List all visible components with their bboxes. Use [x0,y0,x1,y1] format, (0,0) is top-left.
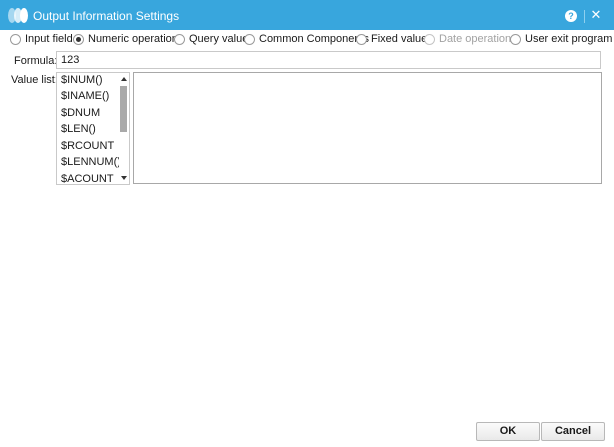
list-item[interactable]: $LENNUM() [61,155,121,169]
list-item[interactable]: $DNUM [61,106,100,120]
value-list-label: Value list: [11,74,58,86]
expression-text-area[interactable] [133,72,602,184]
list-item[interactable]: $ACOUNT [61,172,114,184]
radio-circle [174,34,185,45]
formula-value: 123 [61,54,80,66]
title-bar-divider [584,10,585,23]
radio-label: User exit program [525,33,613,45]
radio-label: Numeric operations [88,33,184,45]
radio-circle [510,34,521,45]
radio-selected-dot [76,37,81,42]
radio-label: Input field [25,33,73,45]
close-icon[interactable]: ✕ [589,7,603,23]
scroll-down-arrow-icon[interactable] [121,176,127,180]
list-item[interactable]: $LEN() [61,122,96,136]
radio-circle [356,34,367,45]
value-list-scrollbar[interactable] [119,73,129,184]
ok-button[interactable]: OK [476,422,540,441]
scroll-up-arrow-icon[interactable] [121,77,127,81]
radio-label: Fixed value [371,33,428,45]
radio-circle [10,34,21,45]
value-list[interactable]: $INUM() $INAME() $DNUM $LEN() $RCOUNT $L… [56,72,130,185]
title-bar: Output Information Settings ? ✕ [0,0,614,30]
list-item[interactable]: $INAME() [61,89,109,103]
scrollbar-thumb[interactable] [120,86,127,132]
app-logo-icon [8,8,28,23]
list-item[interactable]: $INUM() [61,73,103,87]
cancel-button[interactable]: Cancel [541,422,605,441]
help-icon[interactable]: ? [565,10,577,22]
output-type-radio-group: Input field Numeric operations Query val… [0,30,614,48]
radio-label: Common Components [259,33,370,45]
radio-circle [73,34,84,45]
radio-circle [244,34,255,45]
radio-label: Query value [189,33,249,45]
list-item[interactable]: $RCOUNT [61,139,114,153]
formula-label: Formula: [14,55,58,67]
formula-input[interactable]: 123 [56,51,601,69]
window-title: Output Information Settings [33,9,180,23]
radio-label: Date operations [439,33,517,45]
radio-circle [424,34,435,45]
